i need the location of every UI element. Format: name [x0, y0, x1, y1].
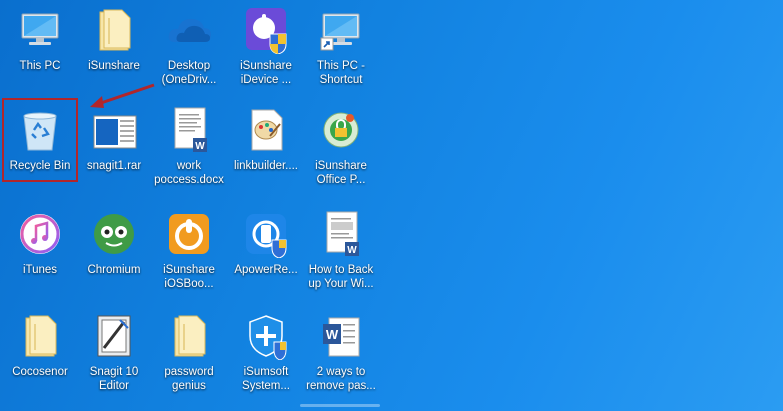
icon-label: Chromium: [87, 264, 141, 276]
icon-label: This PC - Shortcut: [317, 60, 365, 86]
icon-label: 2 ways to remove pas...: [306, 366, 376, 392]
desktop-icon-isunshare-iosboot[interactable]: iSunshare iOSBoo...: [152, 206, 226, 302]
desktop-icon-snagit-editor[interactable]: Snagit 10 Editor: [77, 308, 151, 404]
icon-label: iSunshare: [88, 60, 140, 72]
snagit-editor-icon: [90, 312, 138, 360]
desktop-icon-onedrive[interactable]: Desktop (OneDriv...: [152, 2, 226, 98]
desktop-icon-how-to-back-up[interactable]: W How to Back up Your Wi...: [304, 206, 378, 302]
desktop-icon-snagit1-rar[interactable]: snagit1.rar: [77, 102, 151, 198]
paint-file-icon: [242, 106, 290, 154]
itunes-icon: [16, 210, 64, 258]
icon-label: linkbuilder....: [234, 160, 298, 172]
folder-icon: [90, 6, 138, 54]
icon-label: iSunshare Office P...: [315, 160, 367, 186]
desktop-icon-isumsoft-system[interactable]: iSumsoft System...: [229, 308, 303, 404]
isunshare-iosboot-icon: [165, 210, 213, 258]
isunshare-office-icon: [317, 106, 365, 154]
icon-label: iSunshare iDevice ...: [240, 60, 292, 86]
folder-icon: [16, 312, 64, 360]
desktop-icon-this-pc[interactable]: This PC: [3, 2, 77, 98]
desktop-icon-itunes[interactable]: iTunes: [3, 206, 77, 302]
icon-label: iTunes: [22, 264, 58, 276]
svg-text:W: W: [195, 141, 205, 152]
icon-label: iSumsoft System...: [242, 366, 290, 392]
icon-label: Snagit 10 Editor: [89, 366, 139, 392]
folder-icon: [165, 312, 213, 360]
word-document-icon: W: [317, 312, 365, 360]
icon-label: ApowerRe...: [234, 264, 298, 276]
svg-text:W: W: [347, 245, 357, 256]
icon-label: snagit1.rar: [86, 160, 142, 172]
computer-icon: [16, 6, 64, 54]
desktop: This PC iSunshare Desktop (OneDriv... iS…: [0, 0, 783, 411]
desktop-icon-chromium[interactable]: Chromium: [77, 206, 151, 302]
desktop-icon-isunshare-office[interactable]: iSunshare Office P...: [304, 102, 378, 198]
pointer-arrow: [90, 83, 155, 108]
desktop-icon-cocosenor[interactable]: Cocosenor: [3, 308, 77, 404]
icon-label: Desktop (OneDriv...: [161, 60, 217, 86]
onedrive-cloud-icon: [165, 6, 213, 54]
desktop-icon-2-ways-to-remove[interactable]: W 2 ways to remove pas...: [304, 308, 378, 404]
icon-label: iSunshare iOSBoo...: [163, 264, 215, 290]
word-document-icon: W: [317, 210, 365, 258]
desktop-icon-isunshare-idevice[interactable]: iSunshare iDevice ...: [229, 2, 303, 98]
chromium-icon: [90, 210, 138, 258]
icon-label: password genius: [164, 366, 214, 392]
desktop-icon-password-genius[interactable]: password genius: [152, 308, 226, 404]
word-document-icon: W: [165, 106, 213, 154]
icon-label: This PC: [19, 60, 61, 72]
desktop-icon-work-poccess[interactable]: W work poccess.docx: [152, 102, 226, 198]
computer-shortcut-icon: [317, 6, 365, 54]
desktop-icon-apowerrescue[interactable]: ApowerRe...: [229, 206, 303, 302]
icon-label: How to Back up Your Wi...: [308, 264, 374, 290]
desktop-icon-linkbuilder[interactable]: linkbuilder....: [229, 102, 303, 198]
rar-file-icon: [90, 106, 138, 154]
bottom-edge-bar: [300, 404, 380, 407]
isunshare-idevice-icon: [242, 6, 290, 55]
icon-label: Cocosenor: [12, 366, 68, 378]
isumsoft-system-icon: [242, 312, 290, 361]
icon-label: work poccess.docx: [154, 160, 224, 186]
recycle-bin-highlight-box: [2, 98, 78, 182]
svg-text:W: W: [326, 327, 339, 342]
desktop-icon-this-pc-shortcut[interactable]: This PC - Shortcut: [304, 2, 378, 98]
apowerrescue-icon: [242, 210, 290, 259]
